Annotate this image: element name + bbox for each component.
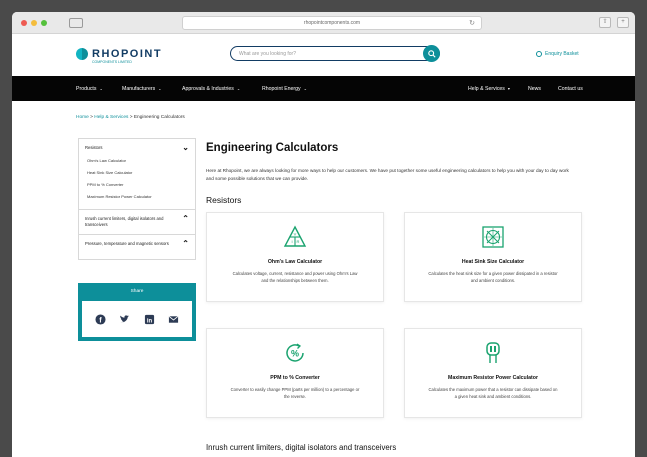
breadcrumb: Home > Help & Services > Engineering Cal… (76, 115, 185, 120)
chevron-up-icon: ⌃ (182, 214, 189, 223)
sidebar-item-heat-sink[interactable]: Heat Sink Size Calculator (79, 167, 195, 179)
close-window-icon[interactable] (21, 19, 27, 26)
search-input[interactable]: What are you looking for? (230, 45, 440, 62)
logo-text: RHOPOINT (92, 48, 163, 60)
reload-icon[interactable]: ↻ (469, 19, 475, 27)
calculator-card-heat-sink[interactable]: Heat Sink Size Calculator Calculates the… (404, 212, 582, 302)
heat-sink-icon (482, 226, 504, 248)
sidebar-section-label: Inrush current limiters, digital isolato… (85, 216, 164, 227)
svg-text:V: V (294, 232, 297, 237)
sidebar-toggle-icon[interactable] (69, 17, 83, 28)
breadcrumb-help-services[interactable]: Help & Services (94, 115, 128, 120)
resistor-power-icon (486, 342, 500, 363)
sidebar-item-max-resistor-power[interactable]: Maximum Resistor Power Calculator (79, 191, 195, 203)
sidebar-item-ppm-converter[interactable]: PPM to % Converter (79, 179, 195, 191)
calculator-card-ohms-law[interactable]: VIR Ohm's Law Calculator Calculates volt… (206, 212, 384, 302)
sidebar-toggle-inrush[interactable]: Inrush current limiters, digital isolato… (79, 210, 195, 234)
sidebar-toggle-sensors[interactable]: Pressure, temperature and magnetic senso… (79, 235, 195, 259)
twitter-icon[interactable] (119, 314, 130, 325)
share-page-icon[interactable]: ⇧ (599, 17, 611, 28)
logo-subtitle: COMPONENTS LIMITED (92, 60, 132, 64)
intro-text: Here at Rhopoint, we are always looking … (206, 168, 569, 181)
nav-approvals-industries[interactable]: Approvals & Industries ⌄ (182, 86, 240, 92)
address-bar-url: rhopointcomponents.com (303, 20, 361, 26)
card-description: Calculates voltage, current, resistance … (232, 271, 358, 283)
nav-contact-us[interactable]: Contact us (558, 86, 583, 92)
chevron-down-icon: ⌄ (99, 86, 103, 91)
chevron-down-icon: ⌄ (236, 86, 241, 91)
calculator-card-ppm-converter[interactable]: % PPM to % Converter Converter to easily… (206, 328, 384, 418)
email-icon[interactable] (168, 314, 179, 325)
svg-text:I: I (291, 239, 292, 244)
rhopoint-logo[interactable]: RHOPOINT COMPONENTS LIMITED (76, 48, 163, 64)
card-description: Calculates the maximum power that a resi… (428, 387, 558, 399)
search-icon (427, 49, 436, 58)
linkedin-icon[interactable]: in (144, 314, 155, 325)
enquiry-basket-link[interactable]: Enquiry Basket (536, 51, 579, 57)
nav-products[interactable]: Products ⌄ (76, 86, 103, 92)
browser-toolbar: rhopointcomponents.com ↻ ⇧ + (12, 12, 635, 34)
ohms-law-icon: VI R (283, 225, 307, 247)
basket-icon (536, 51, 542, 57)
maximize-window-icon[interactable] (41, 19, 47, 26)
nav-rhopoint-energy[interactable]: Rhopoint Energy ⌄ (262, 86, 307, 92)
calculator-sidebar: Resistors ⌄ Ohm's Law Calculator Heat Si… (78, 138, 196, 260)
share-panel: Share f in (78, 283, 196, 341)
sidebar-section-label: Resistors (85, 144, 103, 150)
section-title-inrush: Inrush current limiters, digital isolato… (206, 443, 397, 452)
card-title: Heat Sink Size Calculator (461, 259, 525, 265)
browser-window: rhopointcomponents.com ↻ ⇧ + RHOPOINT CO… (12, 12, 635, 457)
caret-down-icon: ▾ (507, 86, 510, 91)
svg-text:R: R (297, 239, 300, 244)
main-nav: Products ⌄ Manufacturers ⌄ Approvals & Ind… (12, 76, 635, 101)
breadcrumb-home[interactable]: Home (76, 115, 89, 120)
site-header: RHOPOINT COMPONENTS LIMITED What are you… (12, 34, 635, 76)
page-title: Engineering Calculators (206, 142, 339, 154)
logo-mark-icon (76, 48, 88, 60)
card-description: Converter to easily change PPM (parts pe… (230, 387, 360, 399)
sidebar-item-ohms-law[interactable]: Ohm's Law Calculator (79, 155, 195, 167)
sidebar-toggle-resistors[interactable]: Resistors ⌄ (79, 139, 195, 155)
card-description: Calculates the heat sink size for a give… (428, 271, 558, 283)
card-title: Ohm's Law Calculator (267, 259, 323, 265)
search-button[interactable] (423, 45, 440, 62)
chevron-up-icon: ⌃ (182, 239, 189, 248)
card-title: Maximum Resistor Power Calculator (448, 375, 538, 381)
search-placeholder: What are you looking for? (239, 50, 296, 57)
chevron-down-icon: ⌄ (182, 142, 189, 152)
minimize-window-icon[interactable] (31, 19, 37, 26)
svg-text:in: in (147, 318, 153, 324)
nav-help-services[interactable]: Help & Services ▾ (468, 86, 510, 92)
nav-news[interactable]: News (528, 86, 541, 92)
card-title: PPM to % Converter (270, 375, 320, 381)
calculator-card-max-resistor-power[interactable]: Maximum Resistor Power Calculator Calcul… (404, 328, 582, 418)
percent-converter-icon: % (286, 343, 304, 362)
share-buttons: f in (82, 301, 192, 337)
section-title-resistors: Resistors (206, 195, 242, 205)
chevron-down-icon: ⌄ (158, 86, 162, 91)
sidebar-section-label: Pressure, temperature and magnetic senso… (85, 241, 169, 246)
share-title: Share (130, 289, 144, 294)
chevron-down-icon: ⌄ (303, 86, 308, 91)
facebook-icon[interactable]: f (95, 313, 106, 325)
address-bar[interactable]: rhopointcomponents.com ↻ (182, 16, 482, 30)
new-tab-icon[interactable]: + (617, 17, 629, 28)
nav-manufacturers[interactable]: Manufacturers ⌄ (122, 86, 162, 92)
enquiry-basket-label: Enquiry Basket (545, 51, 579, 57)
breadcrumb-current: Engineering Calculators (133, 115, 185, 120)
svg-text:%: % (291, 349, 299, 359)
